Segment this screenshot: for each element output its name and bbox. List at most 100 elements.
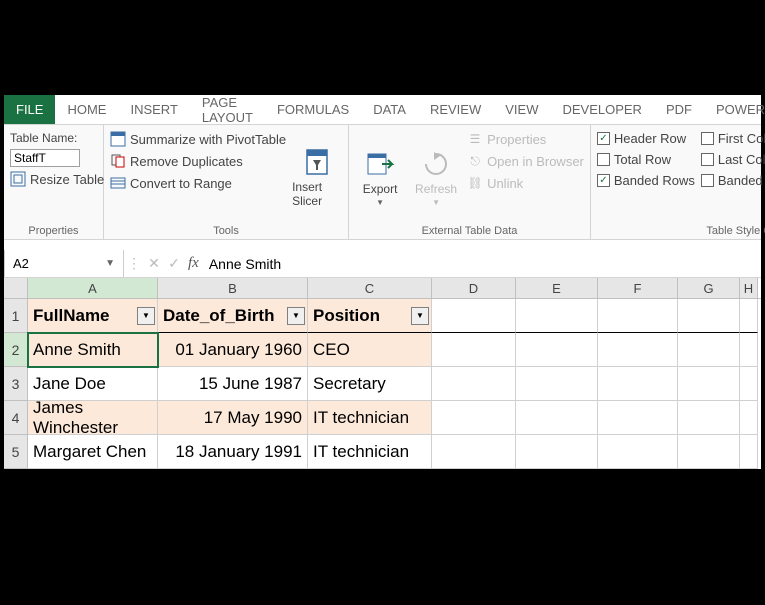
column-header-B[interactable]: B bbox=[158, 278, 308, 298]
cell-F4[interactable] bbox=[598, 401, 678, 435]
row-header-1[interactable]: 1 bbox=[4, 299, 28, 333]
refresh-button[interactable]: Refresh ▼ bbox=[411, 131, 461, 223]
filter-dropdown-FullName[interactable]: ▼ bbox=[137, 307, 155, 325]
table-header-FullName[interactable]: FullName▼ bbox=[28, 299, 158, 333]
cell-H5[interactable] bbox=[740, 435, 758, 469]
cell-G1[interactable] bbox=[678, 299, 740, 333]
cell-D4[interactable] bbox=[432, 401, 516, 435]
convert-range-button[interactable]: Convert to Range bbox=[110, 175, 286, 191]
cell-B2[interactable]: 01 January 1960 bbox=[158, 333, 308, 367]
tab-data[interactable]: DATA bbox=[361, 95, 418, 124]
table-header-Date_of_Birth[interactable]: Date_of_Birth▼ bbox=[158, 299, 308, 333]
select-all-corner[interactable] bbox=[4, 278, 28, 298]
resize-table-label: Resize Table bbox=[30, 172, 104, 187]
tab-insert[interactable]: INSERT bbox=[118, 95, 189, 124]
total-row-label: Total Row bbox=[614, 152, 671, 167]
remove-duplicates-button[interactable]: Remove Duplicates bbox=[110, 153, 286, 169]
cell-C3[interactable]: Secretary bbox=[308, 367, 432, 401]
header-row-checkbox[interactable]: ✓Header Row bbox=[597, 131, 695, 146]
cell-H3[interactable] bbox=[740, 367, 758, 401]
group-style-options: ✓Header Row Total Row ✓Banded Rows First… bbox=[591, 125, 765, 239]
formula-bar: A2 ▼ ⋮ ✕ ✓ fx bbox=[4, 250, 761, 278]
cell-F3[interactable] bbox=[598, 367, 678, 401]
chevron-down-icon[interactable]: ▼ bbox=[105, 258, 115, 269]
cell-E4[interactable] bbox=[516, 401, 598, 435]
cell-A5[interactable]: Margaret Chen bbox=[28, 435, 158, 469]
cell-A3[interactable]: Jane Doe bbox=[28, 367, 158, 401]
cell-B4[interactable]: 17 May 1990 bbox=[158, 401, 308, 435]
cell-C4[interactable]: IT technician bbox=[308, 401, 432, 435]
cell-D1[interactable] bbox=[432, 299, 516, 333]
cell-A2[interactable]: Anne Smith bbox=[28, 333, 158, 367]
chevron-down-icon: ▼ bbox=[432, 198, 440, 207]
cell-E3[interactable] bbox=[516, 367, 598, 401]
tab-view[interactable]: VIEW bbox=[493, 95, 550, 124]
cell-C5[interactable]: IT technician bbox=[308, 435, 432, 469]
convert-icon bbox=[110, 175, 126, 191]
fx-icon[interactable]: fx bbox=[184, 255, 203, 272]
cell-A4[interactable]: James Winchester bbox=[28, 401, 158, 435]
column-header-C[interactable]: C bbox=[308, 278, 432, 298]
resize-table-button[interactable]: Resize Table bbox=[10, 171, 97, 187]
cell-F2[interactable] bbox=[598, 333, 678, 367]
last-column-checkbox[interactable]: Last Column bbox=[701, 152, 765, 167]
cell-G2[interactable] bbox=[678, 333, 740, 367]
table-name-input[interactable] bbox=[10, 149, 80, 167]
filter-dropdown-Position[interactable]: ▼ bbox=[411, 307, 429, 325]
column-header-E[interactable]: E bbox=[516, 278, 598, 298]
row-header-3[interactable]: 3 bbox=[4, 367, 28, 401]
ribbon: Table Name: Resize Table Properties Summ… bbox=[4, 125, 761, 240]
table-header-Position[interactable]: Position▼ bbox=[308, 299, 432, 333]
column-header-D[interactable]: D bbox=[432, 278, 516, 298]
row-header-5[interactable]: 5 bbox=[4, 435, 28, 469]
cell-F1[interactable] bbox=[598, 299, 678, 333]
column-header-A[interactable]: A bbox=[28, 278, 158, 298]
cell-G5[interactable] bbox=[678, 435, 740, 469]
group-label-tools: Tools bbox=[110, 223, 342, 237]
banded-rows-checkbox[interactable]: ✓Banded Rows bbox=[597, 173, 695, 188]
refresh-icon bbox=[420, 148, 452, 180]
banded-columns-checkbox[interactable]: Banded Columns bbox=[701, 173, 765, 188]
column-header-H[interactable]: H bbox=[740, 278, 758, 298]
row-header-4[interactable]: 4 bbox=[4, 401, 28, 435]
column-header-G[interactable]: G bbox=[678, 278, 740, 298]
cell-F5[interactable] bbox=[598, 435, 678, 469]
tab-developer[interactable]: DEVELOPER bbox=[550, 95, 653, 124]
group-external: Export ▼ Refresh ▼ ☰ Properties ⎋ Open i… bbox=[349, 125, 591, 239]
cell-E5[interactable] bbox=[516, 435, 598, 469]
name-box[interactable]: A2 ▼ bbox=[4, 250, 124, 277]
cell-E1[interactable] bbox=[516, 299, 598, 333]
cancel-formula-button[interactable]: ✕ bbox=[144, 250, 164, 277]
insert-slicer-button[interactable]: Insert Slicer bbox=[292, 131, 342, 223]
column-header-F[interactable]: F bbox=[598, 278, 678, 298]
cell-H4[interactable] bbox=[740, 401, 758, 435]
export-button[interactable]: Export ▼ bbox=[355, 131, 405, 223]
enter-formula-button[interactable]: ✓ bbox=[164, 250, 184, 277]
cell-B5[interactable]: 18 January 1991 bbox=[158, 435, 308, 469]
tab-review[interactable]: REVIEW bbox=[418, 95, 493, 124]
cell-D3[interactable] bbox=[432, 367, 516, 401]
cell-G4[interactable] bbox=[678, 401, 740, 435]
cell-E2[interactable] bbox=[516, 333, 598, 367]
formula-input[interactable] bbox=[203, 250, 761, 277]
tab-formulas[interactable]: FORMULAS bbox=[265, 95, 361, 124]
row-header-2[interactable]: 2 bbox=[4, 333, 28, 367]
first-column-checkbox[interactable]: First Column bbox=[701, 131, 765, 146]
summarize-pivot-button[interactable]: Summarize with PivotTable bbox=[110, 131, 286, 147]
tab-home[interactable]: HOME bbox=[55, 95, 118, 124]
tab-powerpivot[interactable]: POWERPIVOT bbox=[704, 95, 765, 124]
cell-H2[interactable] bbox=[740, 333, 758, 367]
filter-dropdown-Date_of_Birth[interactable]: ▼ bbox=[287, 307, 305, 325]
tab-file[interactable]: FILE bbox=[4, 95, 55, 124]
total-row-checkbox[interactable]: Total Row bbox=[597, 152, 695, 167]
cell-D2[interactable] bbox=[432, 333, 516, 367]
cell-C2[interactable]: CEO bbox=[308, 333, 432, 367]
cell-G3[interactable] bbox=[678, 367, 740, 401]
cell-D5[interactable] bbox=[432, 435, 516, 469]
tab-page-layout[interactable]: PAGE LAYOUT bbox=[190, 95, 265, 124]
cell-H1[interactable] bbox=[740, 299, 758, 333]
tab-pdf[interactable]: PDF bbox=[654, 95, 704, 124]
cell-B3[interactable]: 15 June 1987 bbox=[158, 367, 308, 401]
unlink-button: ⛓ Unlink bbox=[467, 175, 584, 191]
spreadsheet-grid[interactable]: ABCDEFGH 1FullName▼Date_of_Birth▼Positio… bbox=[4, 278, 761, 469]
